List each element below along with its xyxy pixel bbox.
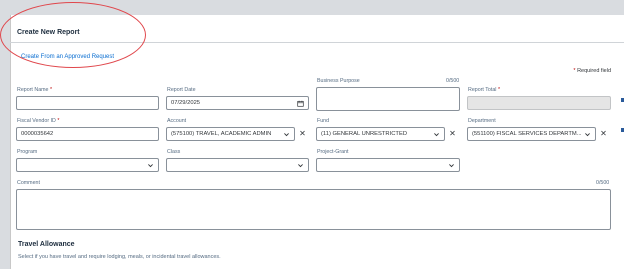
- report-date-input[interactable]: 07/29/2025: [166, 96, 309, 110]
- report-date-label: Report Date: [167, 87, 196, 93]
- fiscal-vendor-id-input[interactable]: 0000035642: [16, 127, 159, 141]
- account-select[interactable]: (575100) TRAVEL, ACADEMIC ADMIN: [166, 127, 295, 141]
- chevron-down-icon[interactable]: [283, 131, 290, 138]
- fund-value: (11) GENERAL UNRESTRICTED: [321, 131, 407, 137]
- department-clear-icon[interactable]: ✕: [597, 127, 610, 140]
- program-label: Program: [17, 149, 38, 155]
- department-label: Department: [468, 118, 496, 124]
- report-name-label: Report Name *: [17, 87, 53, 93]
- fund-select[interactable]: (11) GENERAL UNRESTRICTED: [316, 127, 445, 141]
- account-value: (575100) TRAVEL, ACADEMIC ADMIN: [171, 131, 272, 137]
- project-grant-label: Project-Grant: [317, 149, 349, 155]
- chevron-down-icon[interactable]: [584, 131, 591, 138]
- project-grant-select[interactable]: [316, 158, 460, 172]
- calendar-icon[interactable]: [297, 100, 304, 107]
- business-purpose-textarea[interactable]: [316, 87, 460, 111]
- chevron-down-icon[interactable]: [147, 162, 154, 169]
- comment-count: 0/500: [596, 180, 610, 186]
- account-clear-icon[interactable]: ✕: [296, 127, 309, 140]
- required-star: *: [573, 68, 576, 74]
- page-title: Create New Report: [17, 29, 80, 36]
- department-value: (551100) FISCAL SERVICES DEPARTM...: [472, 131, 582, 137]
- chevron-down-icon[interactable]: [448, 162, 455, 169]
- chevron-down-icon[interactable]: [433, 131, 440, 138]
- business-purpose-label: Business Purpose: [317, 78, 360, 84]
- report-date-value: 07/29/2025: [171, 100, 201, 106]
- comment-textarea[interactable]: [16, 189, 611, 230]
- comment-label: Comment: [17, 180, 40, 186]
- travel-allowance-description: Select if you have travel and require lo…: [18, 254, 221, 260]
- class-label: Class: [167, 149, 181, 155]
- create-from-approved-request-link[interactable]: Create From an Approved Request: [21, 54, 114, 60]
- report-name-input[interactable]: [16, 96, 159, 110]
- department-select[interactable]: (551100) FISCAL SERVICES DEPARTM...: [467, 127, 596, 141]
- program-select[interactable]: [16, 158, 159, 172]
- report-total-label: Report Total *: [468, 87, 501, 93]
- required-field-note: * Required field: [573, 68, 611, 74]
- fiscal-vendor-id-label: Fiscal Vendor ID *: [17, 118, 60, 124]
- class-select[interactable]: [166, 158, 309, 172]
- fund-clear-icon[interactable]: ✕: [446, 127, 459, 140]
- account-label: Account: [167, 118, 187, 124]
- travel-allowance-title: Travel Allowance: [18, 241, 75, 248]
- fund-label: Fund: [317, 118, 330, 124]
- header-divider: [10, 42, 624, 43]
- required-field-text: Required field: [577, 68, 611, 74]
- report-total-input: [467, 96, 611, 110]
- business-purpose-count: 0/500: [446, 78, 460, 84]
- chevron-down-icon[interactable]: [297, 162, 304, 169]
